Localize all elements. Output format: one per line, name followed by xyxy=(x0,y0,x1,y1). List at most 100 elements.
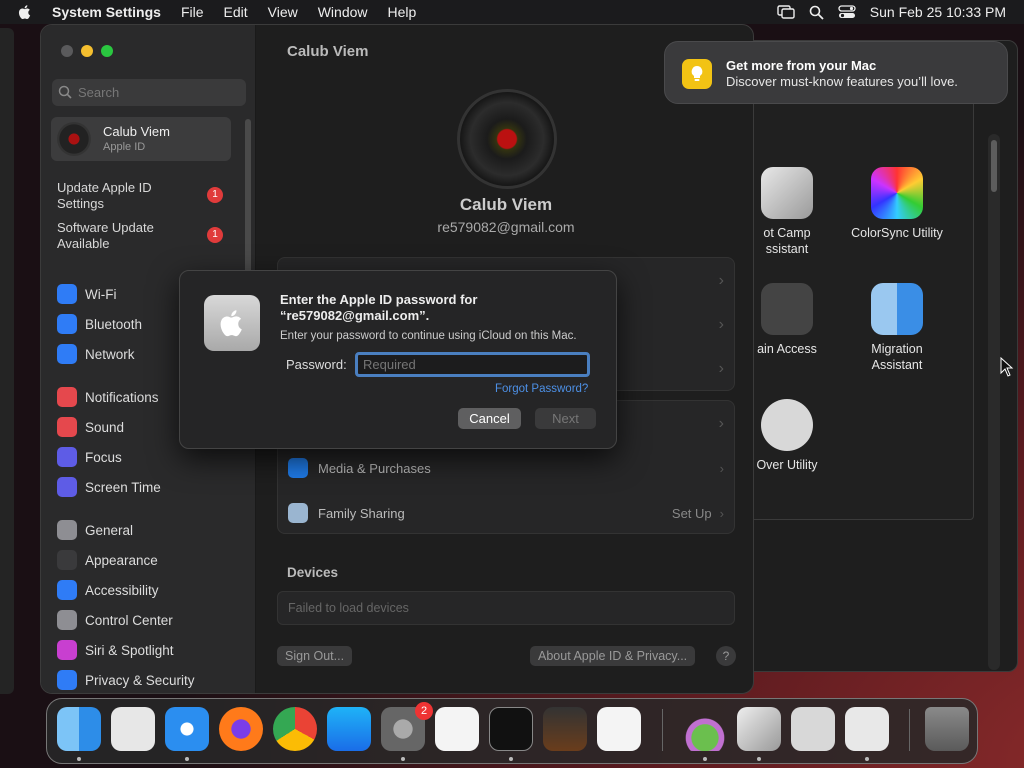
menu-clock[interactable]: Sun Feb 25 10:33 PM xyxy=(870,4,1006,20)
search-input[interactable]: Search xyxy=(52,79,246,106)
installer-icon[interactable] xyxy=(683,707,727,751)
media-purchases-row[interactable]: Media & Purchases › xyxy=(278,446,734,490)
password-field[interactable] xyxy=(355,352,590,377)
notification-title: Get more from your Mac xyxy=(726,58,877,73)
migration-icon xyxy=(871,283,923,335)
notification-badge: 1 xyxy=(207,227,223,243)
spotlight-search-icon[interactable] xyxy=(809,5,824,20)
firefox-icon[interactable] xyxy=(219,707,263,751)
menu-help[interactable]: Help xyxy=(378,4,427,20)
gear-icon xyxy=(57,520,77,540)
search-placeholder: Search xyxy=(78,85,120,100)
bootcamp-icon[interactable] xyxy=(737,707,781,751)
background-window-edge xyxy=(0,28,14,694)
accessibility-icon xyxy=(57,580,77,600)
menu-view[interactable]: View xyxy=(258,4,308,20)
sidebar-item-siri-spotlight[interactable]: Siri & Spotlight xyxy=(57,639,174,661)
hourglass-icon xyxy=(57,477,77,497)
colorsync-label: ColorSync Utility xyxy=(851,226,943,240)
close-button[interactable] xyxy=(61,45,73,57)
mouse-cursor-icon xyxy=(1000,357,1014,377)
sign-out-button[interactable]: Sign Out... xyxy=(277,646,353,666)
globe-icon xyxy=(57,344,77,364)
sidebar-item-general[interactable]: General xyxy=(57,519,133,541)
sidebar-item-label: Notifications xyxy=(85,389,159,405)
zoom-button[interactable] xyxy=(101,45,113,57)
dock: 2 xyxy=(46,698,978,764)
sidebar-item-appearance[interactable]: Appearance xyxy=(57,549,158,571)
finder-icon[interactable] xyxy=(57,707,101,751)
family-icon xyxy=(288,503,308,523)
garageband-icon[interactable] xyxy=(543,707,587,751)
utilities-scrollbar[interactable] xyxy=(988,134,1000,670)
disk-utility-icon[interactable] xyxy=(845,707,889,751)
notification-banner[interactable]: Get more from your Mac Discover must-kno… xyxy=(664,41,1008,104)
menu-window[interactable]: Window xyxy=(308,4,378,20)
sidebar-item-bluetooth[interactable]: Bluetooth xyxy=(57,313,142,335)
sidebar-account[interactable]: Calub Viem Apple ID xyxy=(51,117,231,161)
menu-file[interactable]: File xyxy=(171,4,214,20)
sidebar-item-label: General xyxy=(85,522,134,538)
app-store-icon[interactable] xyxy=(327,707,371,751)
sidebar-item-label: Accessibility xyxy=(85,582,159,598)
chevron-right-icon: › xyxy=(718,272,724,289)
sidebar-item-label: Sound xyxy=(85,419,125,435)
calculator-icon[interactable] xyxy=(791,707,835,751)
sidebar-item-label: Screen Time xyxy=(85,479,161,495)
menu-bar: System Settings File Edit View Window He… xyxy=(0,0,1024,24)
chevron-right-icon: › xyxy=(718,316,724,333)
wifi-icon xyxy=(57,284,77,304)
help-button[interactable]: ? xyxy=(716,646,736,666)
sidebar-item-sound[interactable]: Sound xyxy=(57,416,124,438)
sidebar-item-accessibility[interactable]: Accessibility xyxy=(57,579,159,601)
safari-icon[interactable] xyxy=(165,707,209,751)
minimize-button[interactable] xyxy=(81,45,93,57)
colorsync-app[interactable]: ColorSync Utility xyxy=(837,167,957,241)
sidebar-item-privacy-security[interactable]: Privacy & Security xyxy=(57,669,195,691)
dialog-subtitle: Enter your password to continue using iC… xyxy=(280,330,577,342)
dialog-title: Enter the Apple ID password for “re57908… xyxy=(280,292,478,323)
cancel-button[interactable]: Cancel xyxy=(458,408,521,429)
launchpad-icon[interactable] xyxy=(111,707,155,751)
apple-logo-icon xyxy=(204,295,260,351)
sidebar-item-network[interactable]: Network xyxy=(57,343,135,365)
vscode-icon[interactable] xyxy=(597,707,641,751)
sidebar-item-control-center[interactable]: Control Center xyxy=(57,609,173,631)
chrome-icon[interactable] xyxy=(273,707,317,751)
sidebar-item-screen-time[interactable]: Screen Time xyxy=(57,476,161,498)
update-apple-id-item[interactable]: Update Apple ID Settings xyxy=(57,180,187,212)
migration-label: Migration Assistant xyxy=(871,342,923,372)
settings-badge: 2 xyxy=(415,702,433,720)
forgot-password-link[interactable]: Forgot Password? xyxy=(495,383,588,395)
row-label: Family Sharing xyxy=(318,505,405,521)
speaker-icon xyxy=(57,417,77,437)
menu-edit[interactable]: Edit xyxy=(214,4,258,20)
voiceover-icon xyxy=(761,399,813,451)
migration-app[interactable]: Migration Assistant xyxy=(837,283,957,373)
apple-menu-icon[interactable] xyxy=(16,3,34,21)
search-icon xyxy=(58,85,72,99)
bluetooth-icon xyxy=(57,314,77,334)
terminal-icon[interactable] xyxy=(489,707,533,751)
menu-app-name[interactable]: System Settings xyxy=(42,4,171,20)
about-privacy-button[interactable]: About Apple ID & Privacy... xyxy=(530,646,696,666)
sidebar-item-label: Focus xyxy=(85,449,122,465)
textedit-icon[interactable] xyxy=(435,707,479,751)
bell-icon xyxy=(57,387,77,407)
profile-avatar[interactable] xyxy=(457,89,557,189)
family-sharing-row[interactable]: Family Sharing Set Up › xyxy=(278,491,734,535)
running-indicator xyxy=(185,757,189,761)
next-button[interactable]: Next xyxy=(535,408,596,429)
utilities-content: ot Camp ssistant ColorSync Utility ain Ac… xyxy=(748,92,974,520)
trash-icon[interactable] xyxy=(925,707,969,751)
software-update-item[interactable]: Software Update Available xyxy=(57,220,187,252)
siri-icon xyxy=(57,640,77,660)
window-controls xyxy=(61,45,113,57)
screen-mirroring-icon[interactable] xyxy=(777,5,795,19)
notification-badge: 1 xyxy=(207,187,223,203)
sidebar-item-focus[interactable]: Focus xyxy=(57,446,122,468)
control-center-icon[interactable] xyxy=(838,5,856,19)
dock-separator xyxy=(909,709,910,751)
sidebar-item-notifications[interactable]: Notifications xyxy=(57,386,159,408)
sidebar-item-wi-fi[interactable]: Wi-Fi xyxy=(57,283,116,305)
